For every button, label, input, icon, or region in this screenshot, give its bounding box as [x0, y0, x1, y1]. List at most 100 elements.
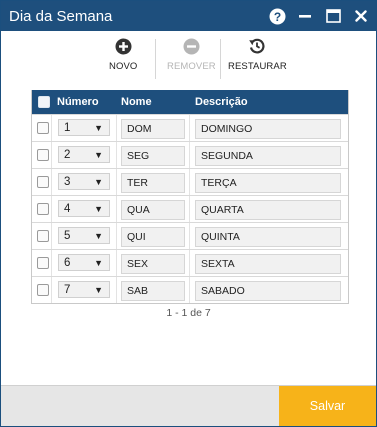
descricao-input[interactable]: SEXTA [195, 254, 341, 274]
numero-value: 2 [64, 148, 71, 161]
plus-circle-icon [114, 37, 132, 55]
numero-select[interactable]: 4 ▼ [58, 200, 110, 217]
column-divider [51, 196, 52, 222]
numero-value: 4 [64, 202, 71, 215]
toolbar-separator [220, 39, 221, 79]
descricao-input[interactable]: QUINTA [195, 227, 341, 247]
pager-text: 1 - 1 de 7 [166, 307, 211, 319]
nome-input[interactable]: QUI [121, 227, 185, 247]
column-divider [116, 223, 117, 249]
row-checkbox-cell [37, 277, 49, 303]
numero-select[interactable]: 3 ▼ [58, 173, 110, 190]
column-divider [189, 142, 190, 168]
select-all-cell [38, 90, 50, 114]
minus-circle-icon [182, 37, 200, 55]
row-checkbox[interactable] [37, 257, 49, 269]
descricao-input[interactable]: DOMINGO [195, 119, 341, 139]
column-divider [116, 142, 117, 168]
dialog-window: Dia da Semana ? NOVO REMOVER RESTAURAR N… [0, 0, 377, 427]
column-divider [51, 169, 52, 195]
weekdays-table: Número Nome Descrição 1 ▼ DOM DOMINGO 2 ▼ SEG S… [31, 90, 349, 304]
column-divider [116, 277, 117, 303]
nome-input[interactable]: TER [121, 173, 185, 193]
column-divider [189, 223, 190, 249]
dialog-title: Dia da Semana [9, 7, 113, 25]
numero-select[interactable]: 2 ▼ [58, 146, 110, 163]
restore-icon [248, 37, 266, 55]
table-row[interactable]: 3 ▼ TER TERÇA [32, 168, 348, 195]
restaurar-button[interactable]: RESTAURAR [228, 37, 287, 72]
numero-value: 6 [64, 256, 71, 269]
column-divider [51, 277, 52, 303]
nome-input[interactable]: QUA [121, 200, 185, 220]
row-checkbox[interactable] [37, 176, 49, 188]
numero-value: 1 [64, 121, 71, 134]
numero-value: 5 [64, 229, 71, 242]
row-checkbox-cell [37, 115, 49, 141]
row-checkbox[interactable] [37, 230, 49, 242]
row-checkbox-cell [37, 250, 49, 276]
minimize-icon[interactable] [296, 7, 314, 25]
header-descricao[interactable]: Descrição [195, 90, 248, 114]
table-row[interactable]: 2 ▼ SEG SEGUNDA [32, 141, 348, 168]
help-icon[interactable]: ? [268, 7, 286, 25]
descricao-input[interactable]: QUARTA [195, 200, 341, 220]
dropdown-arrow-icon: ▼ [94, 177, 103, 187]
row-checkbox-cell [37, 196, 49, 222]
row-checkbox[interactable] [37, 203, 49, 215]
descricao-input[interactable]: TERÇA [195, 173, 341, 193]
restaurar-label: RESTAURAR [228, 61, 287, 72]
table-row[interactable]: 4 ▼ QUA QUARTA [32, 195, 348, 222]
row-checkbox-cell [37, 223, 49, 249]
dropdown-arrow-icon: ▼ [94, 150, 103, 160]
column-divider [116, 196, 117, 222]
column-divider [51, 115, 52, 141]
save-button[interactable]: Salvar [279, 386, 376, 426]
nome-input[interactable]: SEX [121, 254, 185, 274]
close-icon[interactable] [352, 7, 370, 25]
maximize-icon[interactable] [324, 7, 342, 25]
numero-select[interactable]: 7 ▼ [58, 281, 110, 298]
descricao-input[interactable]: SABADO [195, 281, 341, 301]
table-row[interactable]: 6 ▼ SEX SEXTA [32, 249, 348, 276]
column-divider [51, 250, 52, 276]
row-checkbox[interactable] [37, 122, 49, 134]
numero-value: 3 [64, 175, 71, 188]
row-checkbox[interactable] [37, 149, 49, 161]
nome-input[interactable]: SAB [121, 281, 185, 301]
table-body: 1 ▼ DOM DOMINGO 2 ▼ SEG SEGUNDA 3 ▼ TER TERÇA 4 ▼ QUA Q… [32, 114, 348, 303]
dropdown-arrow-icon: ▼ [94, 204, 103, 214]
nome-input[interactable]: DOM [121, 119, 185, 139]
table-row[interactable]: 7 ▼ SAB SABADO [32, 276, 348, 303]
column-divider [189, 250, 190, 276]
numero-select[interactable]: 5 ▼ [58, 227, 110, 244]
novo-button[interactable]: NOVO [109, 37, 137, 72]
column-divider [116, 169, 117, 195]
column-divider [189, 169, 190, 195]
table-row[interactable]: 1 ▼ DOM DOMINGO [32, 114, 348, 141]
column-divider [189, 115, 190, 141]
numero-select[interactable]: 1 ▼ [58, 119, 110, 136]
dropdown-arrow-icon: ▼ [94, 123, 103, 133]
dropdown-arrow-icon: ▼ [94, 258, 103, 268]
table-row[interactable]: 5 ▼ QUI QUINTA [32, 222, 348, 249]
column-divider [51, 142, 52, 168]
remover-button[interactable]: REMOVER [167, 37, 216, 72]
nome-input[interactable]: SEG [121, 146, 185, 166]
row-checkbox[interactable] [37, 284, 49, 296]
header-numero[interactable]: Número [57, 90, 99, 114]
table-header: Número Nome Descrição [32, 90, 348, 114]
column-divider [116, 115, 117, 141]
column-divider [189, 196, 190, 222]
header-nome[interactable]: Nome [121, 90, 152, 114]
column-divider [116, 250, 117, 276]
footer-bar: Salvar [1, 385, 376, 426]
toolbar: NOVO REMOVER RESTAURAR [1, 37, 376, 79]
select-all-checkbox[interactable] [38, 96, 50, 108]
window-controls: ? [268, 7, 370, 25]
title-bar: Dia da Semana ? [1, 1, 376, 31]
descricao-input[interactable]: SEGUNDA [195, 146, 341, 166]
svg-text:?: ? [273, 9, 280, 23]
row-checkbox-cell [37, 142, 49, 168]
numero-select[interactable]: 6 ▼ [58, 254, 110, 271]
